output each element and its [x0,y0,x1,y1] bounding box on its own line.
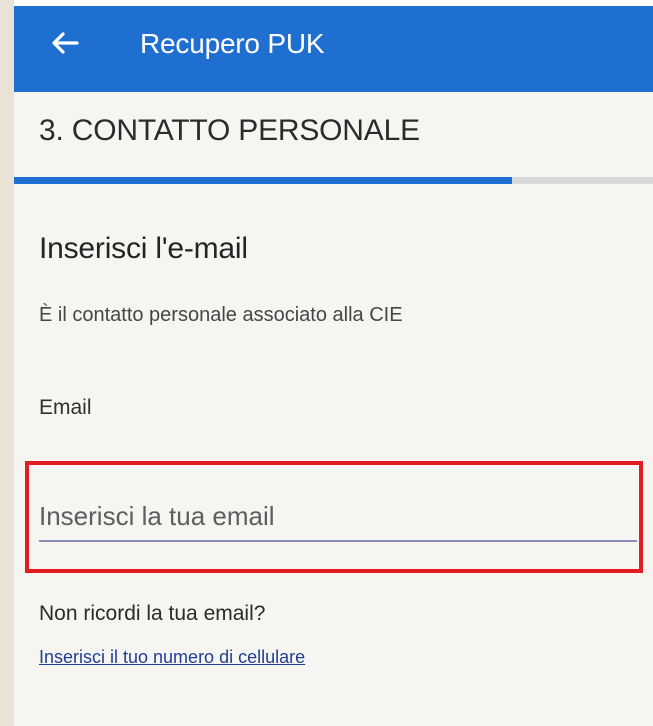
progress-bar [14,177,653,184]
page-title: Recupero PUK [140,28,325,59]
form-subtitle: È il contatto personale associato alla C… [39,304,403,326]
forgot-email-text: Non ricordi la tua email? [39,602,266,625]
left-screen-edge [0,0,14,726]
enter-phone-link[interactable]: Inserisci il tuo numero di cellulare [39,645,305,669]
email-field[interactable] [39,492,637,542]
step-title: 3. CONTATTO PERSONALE [39,114,420,147]
progress-bar-fill [14,177,513,184]
arrow-left-icon-glyph [52,32,79,54]
email-label: Email [39,396,92,419]
arrow-left-icon[interactable] [49,27,81,59]
app-screen: Recupero PUK 3. CONTATTO PERSONALE Inser… [0,0,653,726]
app-bar: Recupero PUK [14,6,653,92]
form-heading: Inserisci l'e-mail [39,232,248,265]
